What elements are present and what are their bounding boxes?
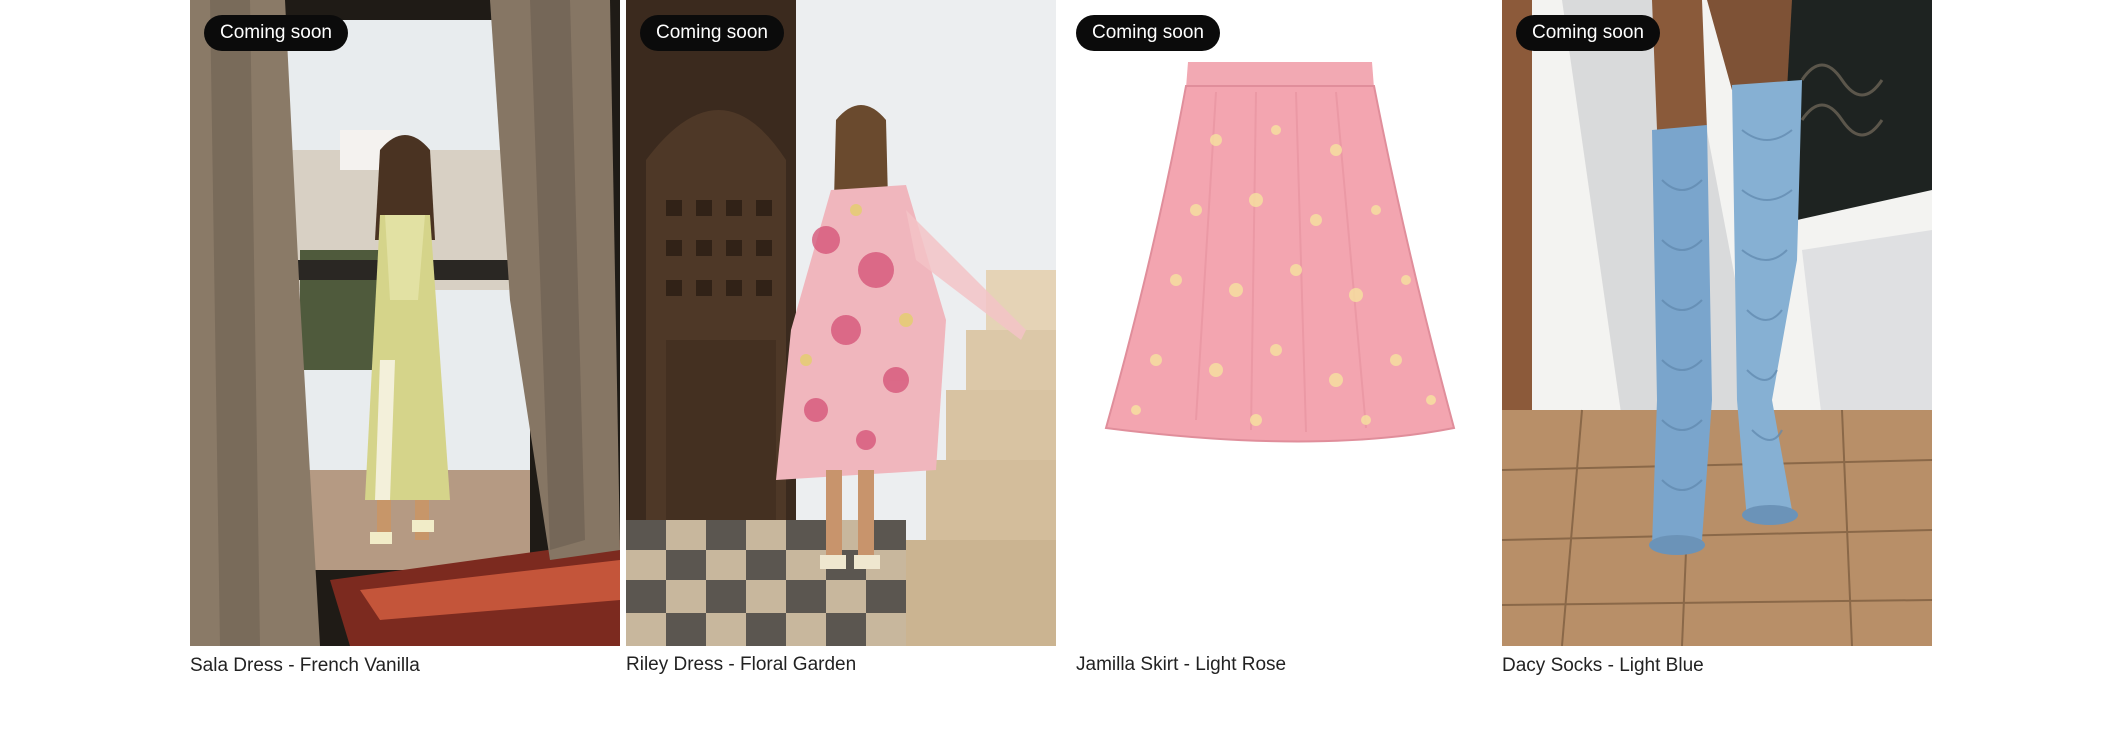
product-name-link[interactable]: Dacy Socks - Light Blue [1502,655,1704,677]
product-grid: Coming soon Sala Dress - French Vanilla [0,0,2117,751]
coming-soon-badge: Coming soon [640,15,784,51]
product-image-sala-dress[interactable] [190,0,620,646]
product-image-jamilla-skirt[interactable] [1076,0,1506,646]
product-name-link[interactable]: Riley Dress - Floral Garden [626,654,856,676]
coming-soon-badge: Coming soon [204,15,348,51]
product-image-riley-dress[interactable] [626,0,1056,646]
coming-soon-badge: Coming soon [1076,15,1220,51]
product-image-dacy-socks[interactable] [1502,0,1932,646]
coming-soon-badge: Coming soon [1516,15,1660,51]
product-name-link[interactable]: Sala Dress - French Vanilla [190,655,420,677]
product-name-link[interactable]: Jamilla Skirt - Light Rose [1076,654,1286,676]
